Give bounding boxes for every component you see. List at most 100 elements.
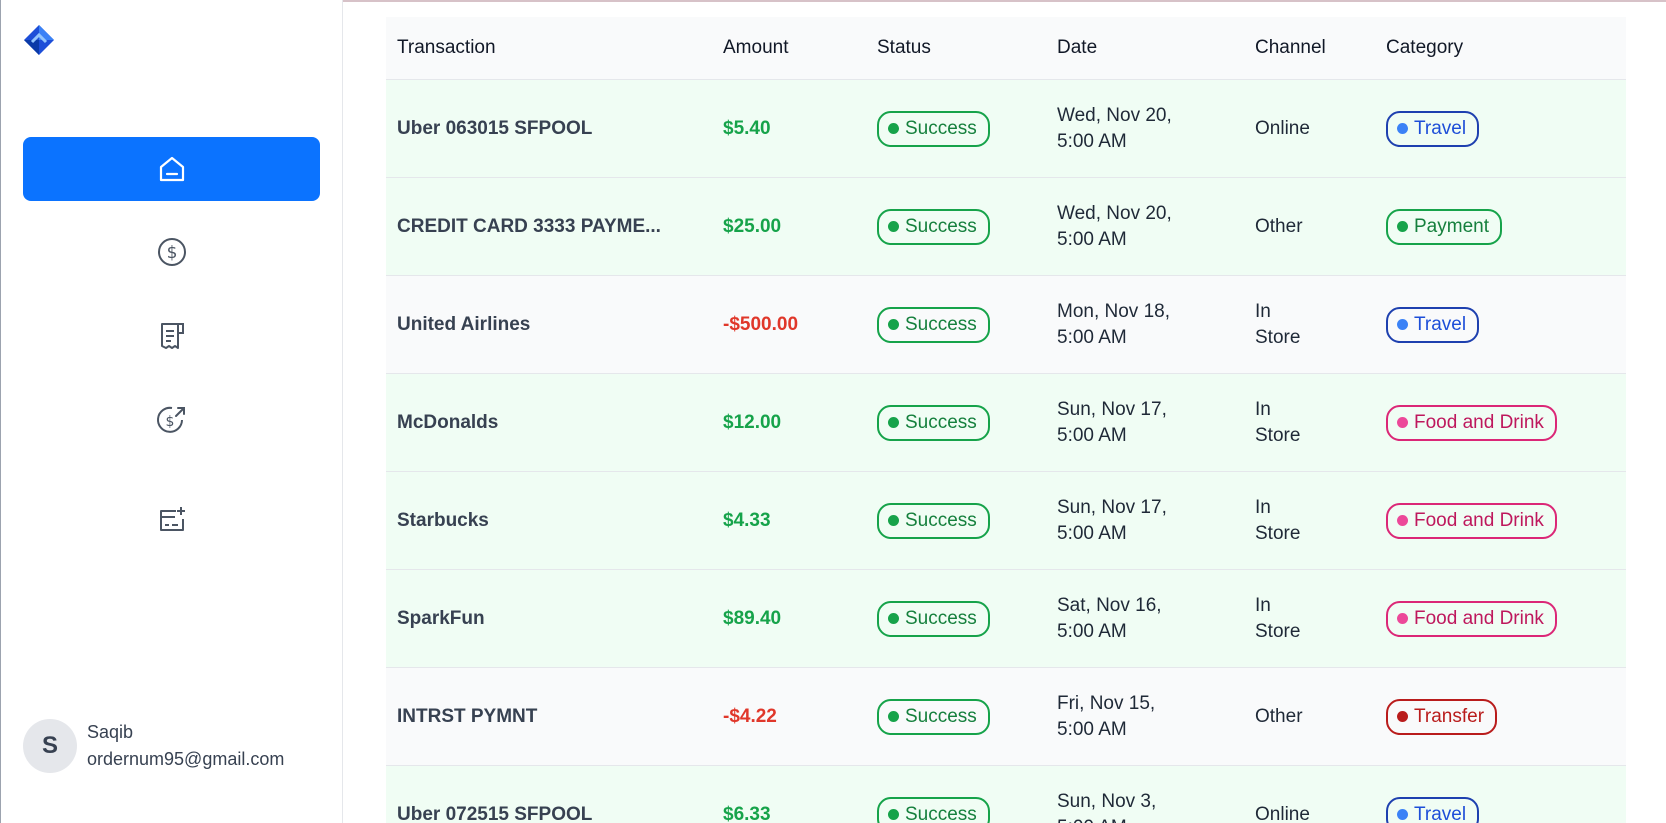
status-dot-icon — [888, 809, 899, 820]
transaction-amount: -$500.00 — [723, 313, 799, 335]
category-dot-icon — [1397, 319, 1408, 330]
category-badge: Food and Drink — [1386, 502, 1557, 539]
transaction-channel: Other — [1255, 215, 1303, 237]
status-badge: Success — [877, 796, 990, 823]
header-transaction: Transaction — [397, 37, 496, 58]
table-row[interactable]: Uber 063015 SFPOOL $5.40 Success Wed, No… — [386, 80, 1626, 178]
dollar-circle-icon: $ — [157, 238, 186, 266]
category-dot-icon — [1397, 221, 1408, 232]
table-row[interactable]: INTRST PYMNT -$4.22 Success Fri, Nov 15,… — [386, 668, 1626, 766]
nav-history[interactable] — [23, 304, 320, 368]
table-header: Transaction Amount Status Date Channel C… — [386, 17, 1626, 80]
header-status: Status — [877, 37, 931, 58]
home-icon — [159, 156, 184, 182]
transaction-date: Wed, Nov 20, 5:00 AM — [1057, 104, 1172, 152]
window-edge — [0, 0, 1, 823]
transaction-date: Sun, Nov 17, 5:00 AM — [1057, 496, 1167, 544]
status-label: Success — [905, 509, 977, 531]
category-badge: Transfer — [1386, 698, 1498, 735]
category-label: Food and Drink — [1414, 411, 1544, 433]
table-row[interactable]: McDonalds $12.00 Success Sun, Nov 17, 5:… — [386, 374, 1626, 472]
status-label: Success — [905, 117, 977, 139]
transaction-channel: In Store — [1255, 594, 1301, 642]
header-date: Date — [1057, 37, 1098, 58]
transaction-channel: Online — [1255, 803, 1310, 823]
transaction-channel: In Store — [1255, 496, 1301, 544]
nav-home[interactable] — [23, 137, 320, 201]
transaction-name: Uber 063015 SFPOOL — [397, 117, 593, 139]
category-dot-icon — [1397, 613, 1408, 624]
category-label: Travel — [1414, 117, 1467, 139]
transaction-date: Mon, Nov 18, 5:00 AM — [1057, 300, 1170, 348]
status-dot-icon — [888, 319, 899, 330]
category-badge: Travel — [1386, 110, 1480, 147]
svg-text:$: $ — [165, 414, 174, 430]
transaction-amount: $4.33 — [723, 509, 771, 531]
status-badge: Success — [877, 404, 990, 441]
transaction-amount: $5.40 — [723, 117, 771, 139]
category-label: Travel — [1414, 803, 1467, 823]
table-row[interactable]: SparkFun $89.40 Success Sat, Nov 16, 5:0… — [386, 570, 1626, 668]
transaction-name: McDonalds — [397, 411, 499, 433]
nav-connect-bank[interactable] — [23, 488, 320, 552]
transaction-date: Sat, Nov 16, 5:00 AM — [1057, 594, 1162, 642]
category-dot-icon — [1397, 809, 1408, 820]
category-badge: Food and Drink — [1386, 600, 1557, 637]
status-dot-icon — [888, 613, 899, 624]
category-dot-icon — [1397, 515, 1408, 526]
table-row[interactable]: CREDIT CARD 3333 PAYME... $25.00 Success… — [386, 178, 1626, 276]
transaction-date: Wed, Nov 20, 5:00 AM — [1057, 202, 1172, 250]
diamond-logo-icon[interactable] — [23, 24, 55, 56]
user-name: Saqib — [87, 722, 134, 742]
transaction-date: Sun, Nov 17, 5:00 AM — [1057, 398, 1167, 446]
transaction-name: Uber 072515 SFPOOL — [397, 803, 593, 823]
category-label: Food and Drink — [1414, 509, 1544, 531]
sidebar: $ $ S Saqib ordernum95@gmail.com — [0, 0, 343, 823]
table-row[interactable]: Uber 072515 SFPOOL $6.33 Success Sun, No… — [386, 766, 1626, 823]
category-badge: Food and Drink — [1386, 404, 1557, 441]
status-dot-icon — [888, 123, 899, 134]
transaction-name: SparkFun — [397, 607, 485, 629]
transaction-amount: -$4.22 — [723, 705, 777, 727]
transaction-channel: In Store — [1255, 300, 1301, 348]
header-category: Category — [1386, 37, 1464, 58]
status-label: Success — [905, 803, 977, 823]
transactions-table: Transaction Amount Status Date Channel C… — [386, 17, 1626, 823]
status-badge: Success — [877, 306, 990, 343]
avatar: S — [23, 719, 77, 773]
table-row[interactable]: United Airlines -$500.00 Success Mon, No… — [386, 276, 1626, 374]
header-amount: Amount — [723, 37, 789, 58]
table-row[interactable]: Starbucks $4.33 Success Sun, Nov 17, 5:0… — [386, 472, 1626, 570]
category-label: Travel — [1414, 313, 1467, 335]
user-profile[interactable]: S Saqib ordernum95@gmail.com — [23, 719, 284, 773]
category-badge: Travel — [1386, 796, 1480, 823]
user-email: ordernum95@gmail.com — [87, 749, 285, 769]
status-dot-icon — [888, 711, 899, 722]
transaction-date: Sun, Nov 3, 5:00 AM — [1057, 790, 1157, 823]
category-label: Payment — [1414, 215, 1489, 237]
status-dot-icon — [888, 221, 899, 232]
nav-transfer[interactable]: $ — [23, 388, 320, 452]
transaction-channel: Other — [1255, 705, 1303, 727]
status-dot-icon — [888, 417, 899, 428]
status-dot-icon — [888, 515, 899, 526]
transaction-date: Fri, Nov 15, 5:00 AM — [1057, 692, 1156, 740]
card-add-icon — [159, 507, 185, 531]
transaction-amount: $6.33 — [723, 803, 771, 823]
transaction-channel: In Store — [1255, 398, 1301, 446]
category-badge: Travel — [1386, 306, 1480, 343]
status-label: Success — [905, 705, 977, 727]
transaction-name: INTRST PYMNT — [397, 705, 538, 727]
status-label: Success — [905, 313, 977, 335]
nav-banks[interactable]: $ — [23, 220, 320, 284]
receipt-icon — [160, 323, 184, 349]
status-label: Success — [905, 411, 977, 433]
status-badge: Success — [877, 600, 990, 637]
category-dot-icon — [1397, 123, 1408, 134]
transaction-channel: Online — [1255, 117, 1310, 139]
transaction-name: United Airlines — [397, 313, 531, 335]
category-label: Food and Drink — [1414, 607, 1544, 629]
category-dot-icon — [1397, 711, 1408, 722]
money-send-icon: $ — [156, 406, 185, 433]
svg-text:$: $ — [166, 243, 177, 263]
